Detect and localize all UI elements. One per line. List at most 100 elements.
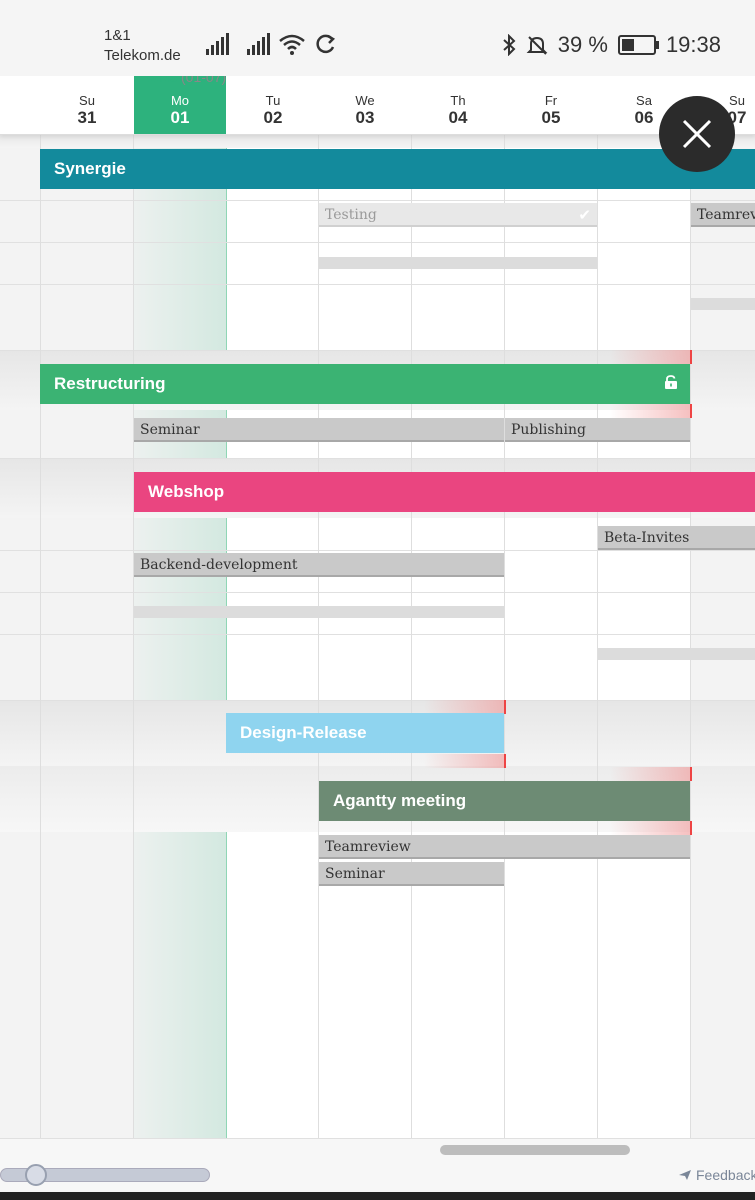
day-gridline (411, 134, 412, 1138)
task-label: Publishing (511, 422, 587, 438)
bluetooth-icon (503, 34, 516, 56)
signal-icon (206, 33, 229, 55)
day-number: 0 (0, 94, 40, 114)
task-placeholder (691, 298, 755, 310)
row-separator (0, 242, 755, 243)
week-label: WN5 (01-07) (146, 76, 226, 85)
row-separator (0, 592, 755, 593)
day-gridline (504, 134, 505, 1138)
gantt-canvas[interactable]: 0 Su31 Mo01 Tu02 We03 Th04 Fr05 Sa06 Su0… (0, 76, 755, 1138)
group-band (0, 134, 755, 148)
project-bar-restructuring[interactable]: Restructuring (40, 364, 690, 404)
deadline-marker (424, 754, 506, 768)
day-header-cell[interactable]: We 03 (319, 76, 411, 134)
close-button[interactable] (659, 96, 735, 172)
deadline-marker (424, 700, 506, 714)
row-separator (0, 700, 755, 701)
row-separator (0, 634, 755, 635)
deadline-marker (610, 767, 692, 781)
send-icon (679, 1170, 691, 1180)
task-backend-development[interactable]: Backend-development (134, 553, 504, 577)
day-gridline (318, 134, 319, 1138)
day-header-cell[interactable]: 0 (0, 76, 40, 134)
task-label: Testing (325, 207, 377, 223)
row-separator (0, 550, 755, 551)
task-label: Backend-development (140, 557, 298, 573)
day-header-cell[interactable]: Fr 05 (505, 76, 597, 134)
day-number: 31 (77, 108, 97, 127)
close-icon (682, 119, 712, 149)
day-gridline (133, 134, 134, 1138)
signal-icons (206, 33, 336, 55)
row-separator (0, 200, 755, 201)
day-number: 04 (448, 108, 468, 127)
task-teamreview[interactable]: Teamreview (319, 835, 690, 859)
project-label: Restructuring (54, 374, 166, 393)
row-separator (0, 284, 755, 285)
week-number: WN5 (146, 76, 178, 85)
task-seminar[interactable]: Seminar (319, 862, 504, 886)
row-separator (0, 458, 755, 459)
day-number: 01 (170, 108, 190, 127)
check-icon: ✔ (578, 206, 591, 224)
task-testing[interactable]: Testing ✔ (319, 203, 597, 227)
day-number: 05 (541, 108, 561, 127)
task-label: Beta-Invites (604, 530, 690, 546)
task-label: Seminar (140, 422, 200, 438)
day-name: Su (79, 93, 95, 108)
battery-icon (617, 35, 659, 55)
project-bar-agantty-meeting[interactable]: Agantty meeting (319, 781, 690, 821)
deadline-marker (610, 404, 692, 418)
day-number: 02 (263, 108, 283, 127)
project-label: Synergie (54, 159, 126, 178)
battery-percent: 39 % (557, 32, 608, 57)
day-name: Fr (544, 93, 558, 108)
day-gridline (690, 134, 691, 1138)
day-gridline (40, 134, 41, 1138)
feedback-label: Feedback (696, 1167, 755, 1183)
task-placeholder (598, 648, 755, 660)
project-label: Design-Release (240, 723, 367, 742)
day-name: Th (450, 93, 466, 108)
clock: 19:38 (665, 32, 721, 57)
status-bar: 1&1 Telekom.de 39 % 19:38 (0, 0, 755, 76)
task-beta-invites[interactable]: Beta-Invites (598, 526, 755, 550)
wifi-icon (279, 34, 305, 55)
day-header-cell[interactable]: Su 31 (41, 76, 133, 134)
system-nav-bar (0, 1192, 755, 1200)
task-teamreview[interactable]: Teamreview (691, 203, 755, 227)
day-header: 0 Su31 Mo01 Tu02 We03 Th04 Fr05 Sa06 Su0… (0, 76, 755, 135)
scrollbar-thumb[interactable] (440, 1145, 630, 1155)
task-publishing[interactable]: Publishing (505, 418, 690, 442)
task-label: Seminar (325, 866, 385, 882)
week-range: (01-07) (181, 76, 227, 85)
deadline-marker (610, 350, 692, 364)
lock-open-icon[interactable] (664, 375, 678, 389)
task-placeholder (319, 257, 597, 269)
project-bar-webshop[interactable]: Webshop (134, 472, 755, 512)
deadline-marker (610, 821, 692, 835)
project-bar-synergie[interactable]: Synergie (40, 149, 755, 189)
day-header-cell[interactable]: Tu 02 (227, 76, 319, 134)
signal-icon-2 (247, 33, 270, 55)
project-bar-design-release[interactable]: Design-Release (226, 713, 504, 753)
carrier-line-2: Telekom.de (104, 47, 181, 64)
task-seminar[interactable]: Seminar (134, 418, 504, 442)
task-label: Teamreview (325, 839, 411, 855)
day-number: 03 (355, 108, 375, 127)
feedback-link[interactable]: Feedback (678, 1167, 755, 1183)
carrier-name: 1&1 Telekom.de (104, 26, 181, 66)
horizontal-scrollbar[interactable] (0, 1138, 755, 1161)
day-gridline (597, 134, 598, 1138)
day-header-cell[interactable]: Th 04 (412, 76, 504, 134)
task-placeholder (134, 606, 504, 618)
status-right: 39 % 19:38 (502, 32, 721, 58)
carrier-line-1: 1&1 (104, 27, 131, 44)
task-label: Teamreview (697, 207, 755, 223)
zoom-slider-handle[interactable] (25, 1164, 47, 1186)
day-name: Mo (170, 93, 190, 108)
project-label: Webshop (148, 482, 225, 501)
day-name: Tu (265, 93, 281, 108)
day-name: We (355, 93, 375, 108)
sync-icon (316, 34, 336, 54)
